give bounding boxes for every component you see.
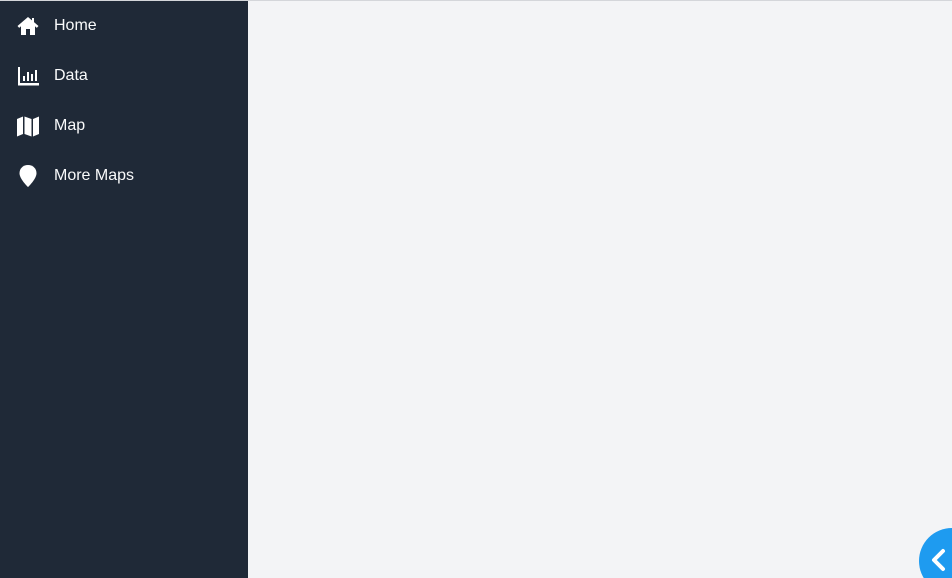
sidebar-item-label: Home — [54, 17, 97, 34]
map-pin-icon — [16, 164, 40, 188]
sidebar-item-more-maps[interactable]: More Maps — [0, 151, 248, 201]
sidebar-item-label: Map — [54, 117, 86, 134]
chevron-left-icon — [932, 549, 945, 571]
app-window: Home Data Map More Maps — [0, 0, 952, 578]
sidebar-item-label: More Maps — [54, 167, 135, 184]
main-content — [248, 1, 952, 578]
sidebar: Home Data Map More Maps — [0, 1, 248, 578]
home-icon — [16, 14, 40, 38]
sidebar-item-map[interactable]: Map — [0, 101, 248, 151]
sidebar-item-home[interactable]: Home — [0, 1, 248, 51]
map-icon — [16, 114, 40, 138]
bar-chart-icon — [16, 64, 40, 88]
sidebar-item-label: Data — [54, 67, 88, 84]
sidebar-item-data[interactable]: Data — [0, 51, 248, 101]
